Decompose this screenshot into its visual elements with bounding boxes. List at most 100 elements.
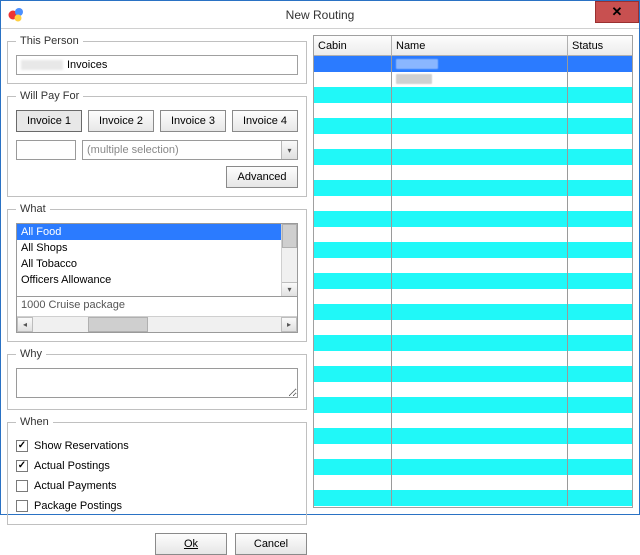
grid-cell — [568, 103, 632, 119]
col-header-cabin[interactable]: Cabin — [314, 36, 392, 55]
payfor-combo[interactable]: (multiple selection) ▾ — [82, 140, 298, 160]
grid-cell — [314, 351, 392, 367]
grid-row[interactable] — [314, 118, 632, 134]
checkbox-icon[interactable]: ✓ — [16, 460, 28, 472]
routing-grid[interactable]: Cabin Name Status — [313, 35, 633, 508]
when-option[interactable]: ✓ Show Reservations — [16, 436, 298, 456]
this-person-legend: This Person — [16, 35, 83, 47]
when-option[interactable]: Package Postings — [16, 496, 298, 516]
grid-cell — [568, 304, 632, 320]
col-header-name[interactable]: Name — [392, 36, 568, 55]
what-item[interactable]: All Shops — [17, 240, 281, 256]
grid-cell — [314, 320, 392, 336]
grid-cell — [392, 242, 568, 258]
chevron-down-icon[interactable]: ▾ — [281, 141, 297, 159]
what-item[interactable]: All Food — [17, 224, 281, 240]
grid-row[interactable] — [314, 258, 632, 274]
grid-row[interactable] — [314, 273, 632, 289]
what-item[interactable]: Officers Allowance — [17, 272, 281, 288]
grid-row[interactable] — [314, 320, 632, 336]
grid-row[interactable] — [314, 180, 632, 196]
scrollbar-thumb[interactable] — [88, 317, 148, 332]
grid-row[interactable] — [314, 56, 632, 72]
grid-row[interactable] — [314, 366, 632, 382]
grid-row[interactable] — [314, 351, 632, 367]
when-option[interactable]: ✓Actual Postings — [16, 456, 298, 476]
grid-body[interactable] — [314, 56, 632, 507]
grid-cell — [392, 134, 568, 150]
cancel-button[interactable]: Cancel — [235, 533, 307, 555]
left-pane: This Person Invoices Will Pay For Invoic… — [7, 35, 307, 508]
grid-row[interactable] — [314, 335, 632, 351]
grid-row[interactable] — [314, 211, 632, 227]
redacted-text — [21, 60, 63, 70]
redacted-text — [396, 59, 438, 69]
grid-cell — [392, 304, 568, 320]
grid-row[interactable] — [314, 304, 632, 320]
grid-row[interactable] — [314, 87, 632, 103]
why-input[interactable] — [16, 368, 298, 398]
grid-row[interactable] — [314, 459, 632, 475]
chevron-left-icon[interactable]: ◂ — [17, 317, 33, 332]
what-listbox[interactable]: All FoodAll ShopsAll TobaccoOfficers All… — [16, 223, 298, 297]
grid-row[interactable] — [314, 289, 632, 305]
invoice-tab-4[interactable]: Invoice 4 — [232, 110, 298, 132]
grid-cell — [314, 289, 392, 305]
grid-row[interactable] — [314, 149, 632, 165]
col-header-status[interactable]: Status — [568, 36, 632, 55]
grid-row[interactable] — [314, 72, 632, 88]
checkbox-icon[interactable]: ✓ — [16, 440, 28, 452]
checkbox-icon[interactable] — [16, 500, 28, 512]
checkbox-icon[interactable] — [16, 480, 28, 492]
grid-cell — [314, 165, 392, 181]
what-scrollbar[interactable]: ▾ — [281, 224, 297, 296]
invoice-tab-2[interactable]: Invoice 2 — [88, 110, 154, 132]
when-option[interactable]: Actual Payments — [16, 476, 298, 496]
grid-row[interactable] — [314, 428, 632, 444]
chevron-right-icon[interactable]: ▸ — [281, 317, 297, 332]
grid-cell — [392, 320, 568, 336]
grid-row[interactable] — [314, 397, 632, 413]
grid-row[interactable] — [314, 227, 632, 243]
what-item[interactable]: All Tobacco — [17, 256, 281, 272]
grid-row[interactable] — [314, 242, 632, 258]
grid-cell — [568, 289, 632, 305]
grid-row[interactable] — [314, 475, 632, 491]
this-person-group: This Person Invoices — [7, 35, 307, 84]
titlebar: New Routing ✕ — [1, 1, 639, 29]
grid-row[interactable] — [314, 444, 632, 460]
grid-row[interactable] — [314, 196, 632, 212]
grid-cell — [392, 87, 568, 103]
grid-cell — [314, 382, 392, 398]
grid-cell — [568, 227, 632, 243]
advanced-button[interactable]: Advanced — [226, 166, 298, 188]
grid-cell — [392, 289, 568, 305]
chevron-down-icon[interactable]: ▾ — [282, 282, 297, 296]
ok-button[interactable]: Ok — [155, 533, 227, 555]
grid-row[interactable] — [314, 165, 632, 181]
grid-row[interactable] — [314, 103, 632, 119]
grid-row[interactable] — [314, 490, 632, 506]
grid-cell — [392, 103, 568, 119]
what-hscrollbar[interactable]: ◂ ▸ — [17, 316, 297, 332]
payfor-code-input[interactable] — [16, 140, 76, 160]
close-button[interactable]: ✕ — [595, 1, 639, 23]
invoice-tab-3[interactable]: Invoice 3 — [160, 110, 226, 132]
grid-cell — [392, 165, 568, 181]
grid-cell — [314, 56, 392, 72]
grid-row[interactable] — [314, 413, 632, 429]
will-pay-for-legend: Will Pay For — [16, 90, 83, 102]
this-person-field[interactable]: Invoices — [16, 55, 298, 75]
when-option-label: Show Reservations — [34, 440, 129, 452]
grid-cell — [568, 459, 632, 475]
grid-cell — [568, 134, 632, 150]
grid-row[interactable] — [314, 134, 632, 150]
grid-cell — [392, 118, 568, 134]
invoice-tab-1[interactable]: Invoice 1 — [16, 110, 82, 132]
grid-cell — [392, 459, 568, 475]
scrollbar-track[interactable] — [33, 317, 281, 332]
what-detail-list[interactable]: 1000 Cruise package ◂ ▸ — [16, 297, 298, 333]
grid-row[interactable] — [314, 382, 632, 398]
grid-cell — [314, 459, 392, 475]
scrollbar-thumb[interactable] — [282, 224, 297, 248]
